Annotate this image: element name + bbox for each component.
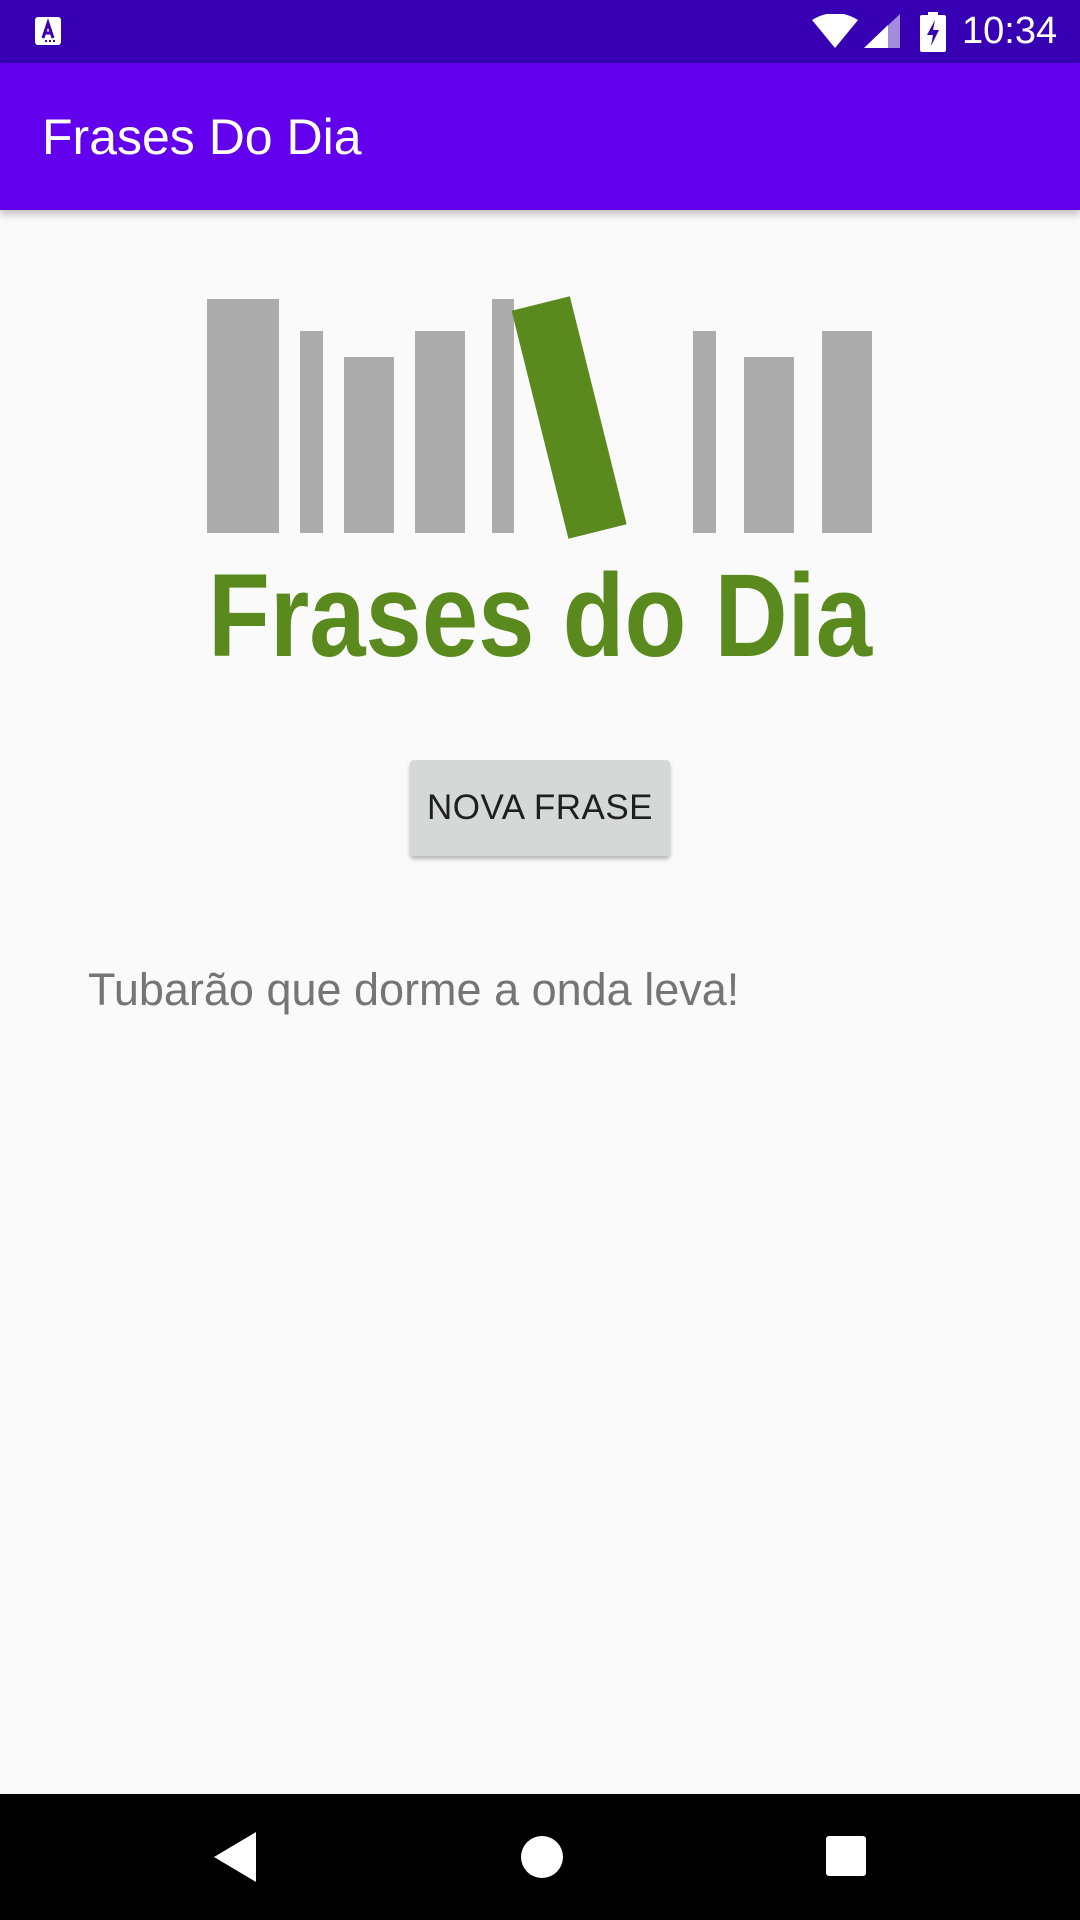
navigation-bar [0, 1794, 1080, 1920]
frases-do-dia-logo: Frases do Dia [207, 296, 873, 670]
logo-text: Frases do Dia [208, 550, 873, 670]
notification-a-icon [35, 17, 61, 45]
nova-frase-button[interactable]: NOVA FRASE [410, 760, 670, 856]
back-icon[interactable] [210, 1830, 258, 1884]
phrase-text: Tubarão que dorme a onda leva! [88, 964, 740, 1015]
home-icon[interactable] [514, 1829, 570, 1885]
app-title: Frases Do Dia [42, 109, 362, 165]
wifi-icon [812, 14, 858, 48]
signal-icon [864, 14, 900, 48]
app-bar: Frases Do Dia [0, 63, 1080, 210]
status-bar: 10:34 [0, 0, 1080, 63]
status-clock: 10:34 [962, 10, 1058, 52]
app-screen: 10:34 Frases Do Dia Frases do Dia NOVA F… [0, 0, 1080, 1920]
battery-charging-icon [920, 12, 946, 52]
recents-icon[interactable] [824, 1834, 868, 1878]
